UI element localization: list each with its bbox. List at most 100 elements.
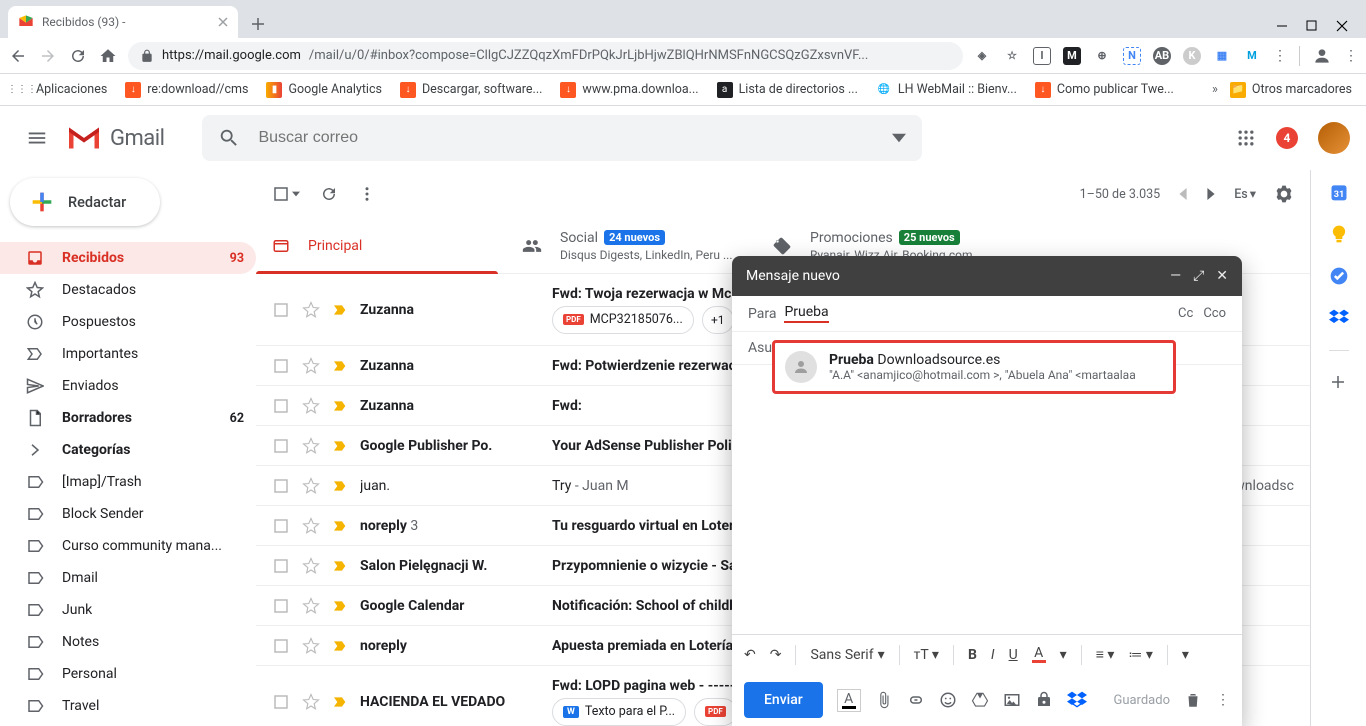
addons-plus-icon[interactable] <box>1329 373 1349 393</box>
row-checkbox[interactable] <box>272 597 290 615</box>
minimize-compose-icon[interactable]: — <box>1170 268 1181 284</box>
input-tools[interactable]: Es ▾ <box>1234 186 1256 202</box>
list-icon[interactable]: ≔ ▾ <box>1128 647 1153 663</box>
apps-button[interactable]: ⋮⋮⋮Aplicaciones <box>8 82 113 98</box>
sidebar-item-categoras[interactable]: Categorías <box>0 434 256 466</box>
row-checkbox[interactable] <box>272 637 290 655</box>
sidebar-item-junk[interactable]: Junk <box>0 594 256 626</box>
sidebar-item-imaptrash[interactable]: [Imap]/Trash <box>0 466 256 498</box>
sidebar-item-cursocommunitymana[interactable]: Curso community mana... <box>0 530 256 562</box>
link-icon[interactable] <box>907 691 925 709</box>
compose-button[interactable]: Redactar <box>10 178 160 226</box>
format-toggle-icon[interactable]: A <box>837 689 861 712</box>
bookmark-item[interactable]: 🌐LH WebMail :: Bienv... <box>870 82 1023 98</box>
important-icon[interactable] <box>332 558 348 574</box>
star-icon[interactable] <box>302 357 320 375</box>
font-select[interactable]: Sans Serif ▾ <box>810 647 884 663</box>
expand-compose-icon[interactable]: ⤢ <box>1193 268 1204 284</box>
sidebar-item-recibidos[interactable]: Recibidos93 <box>0 242 256 274</box>
compose-header[interactable]: Mensaje nuevo — ⤢ ✕ <box>732 256 1242 296</box>
settings-icon[interactable] <box>1274 184 1294 204</box>
row-checkbox[interactable] <box>272 437 290 455</box>
confidential-icon[interactable] <box>1035 691 1053 709</box>
bookmarks-overflow[interactable]: » <box>1212 82 1218 97</box>
star-icon[interactable] <box>302 557 320 575</box>
emoji-icon[interactable] <box>939 691 957 709</box>
drive-icon[interactable] <box>971 691 989 709</box>
sidebar-item-personal[interactable]: Personal <box>0 658 256 690</box>
search-input[interactable] <box>250 129 882 147</box>
ext-icon[interactable]: I <box>1033 47 1051 65</box>
prev-page-icon[interactable] <box>1178 188 1188 200</box>
menu-icon[interactable] <box>16 117 58 159</box>
row-checkbox[interactable] <box>272 557 290 575</box>
ext-icon[interactable]: M <box>1063 47 1081 65</box>
forward-button[interactable] <box>38 47 58 65</box>
sidebar-item-pospuestos[interactable]: Pospuestos <box>0 306 256 338</box>
ext-icon[interactable]: ◈ <box>973 47 991 65</box>
to-input-text[interactable]: Prueba <box>784 304 828 323</box>
underline-icon[interactable]: U <box>1009 647 1018 663</box>
important-icon[interactable] <box>332 398 348 414</box>
star-icon[interactable] <box>302 597 320 615</box>
tasks-icon[interactable] <box>1329 266 1349 286</box>
bookmark-item[interactable]: ↓re:download//cms <box>119 82 254 98</box>
minimize-icon[interactable] <box>1276 20 1288 32</box>
important-icon[interactable] <box>332 358 348 374</box>
cc-button[interactable]: Cc <box>1178 306 1193 321</box>
ext-icon[interactable]: N <box>1123 47 1141 65</box>
to-field[interactable]: Para Prueba Cc Cco <box>732 296 1242 332</box>
star-icon[interactable] <box>302 437 320 455</box>
row-checkbox[interactable] <box>272 301 290 319</box>
close-compose-icon[interactable]: ✕ <box>1216 268 1228 284</box>
star-icon[interactable] <box>302 517 320 535</box>
chrome-more-icon[interactable]: ⋮ <box>1344 48 1358 64</box>
more-options-icon[interactable]: ⋮ <box>1216 692 1230 708</box>
browser-tab[interactable]: Recibidos (93) - <box>8 6 238 38</box>
tab-principal[interactable]: Principal <box>256 218 506 273</box>
notifications-badge[interactable]: 4 <box>1276 127 1298 149</box>
dropbox-icon[interactable] <box>1067 690 1087 710</box>
search-icon[interactable] <box>208 127 250 149</box>
star-icon[interactable] <box>302 637 320 655</box>
important-icon[interactable] <box>332 438 348 454</box>
apps-grid-icon[interactable] <box>1236 128 1256 148</box>
align-icon[interactable]: ≡ ▾ <box>1096 646 1115 663</box>
star-icon[interactable] <box>302 477 320 495</box>
important-icon[interactable] <box>332 302 348 318</box>
reload-button[interactable] <box>68 47 88 65</box>
refresh-icon[interactable] <box>320 185 338 203</box>
close-window-icon[interactable] <box>1336 20 1348 32</box>
important-icon[interactable] <box>332 694 348 710</box>
ext-icon[interactable]: K <box>1183 47 1201 65</box>
row-checkbox[interactable] <box>272 477 290 495</box>
maximize-icon[interactable] <box>1306 20 1318 32</box>
search-box[interactable] <box>202 115 922 161</box>
back-button[interactable] <box>8 47 28 65</box>
sidebar-item-destacados[interactable]: Destacados <box>0 274 256 306</box>
next-page-icon[interactable] <box>1206 188 1216 200</box>
italic-icon[interactable]: I <box>991 647 995 663</box>
send-button[interactable]: Enviar <box>744 682 823 718</box>
sidebar-item-blocksender[interactable]: Block Sender <box>0 498 256 530</box>
ext-icon[interactable]: AB <box>1153 47 1171 65</box>
bookmark-item[interactable]: ↓Como publicar Twe... <box>1029 82 1180 98</box>
bookmark-item[interactable]: ▮Google Analytics <box>260 82 388 98</box>
star-icon[interactable] <box>302 693 320 711</box>
row-checkbox[interactable] <box>272 693 290 711</box>
ext-icon[interactable]: ▦ <box>1213 47 1231 65</box>
image-icon[interactable] <box>1003 691 1021 709</box>
more-icon[interactable] <box>358 185 376 203</box>
omnibox[interactable]: https://mail.google.com/mail/u/0/#inbox?… <box>128 42 963 70</box>
discard-icon[interactable] <box>1184 691 1202 709</box>
important-icon[interactable] <box>332 478 348 494</box>
contact-suggestion[interactable]: Prueba Downloadsource.es "A.A" <anamjico… <box>772 340 1176 394</box>
calendar-icon[interactable]: 31 <box>1329 182 1349 202</box>
row-checkbox[interactable] <box>272 397 290 415</box>
important-icon[interactable] <box>332 518 348 534</box>
bookmark-item[interactable]: aLista de directorios ... <box>711 82 864 98</box>
bcc-button[interactable]: Cco <box>1203 306 1226 321</box>
sidebar-item-borradores[interactable]: Borradores62 <box>0 402 256 434</box>
close-icon[interactable] <box>218 17 228 27</box>
select-checkbox[interactable] <box>272 185 300 203</box>
